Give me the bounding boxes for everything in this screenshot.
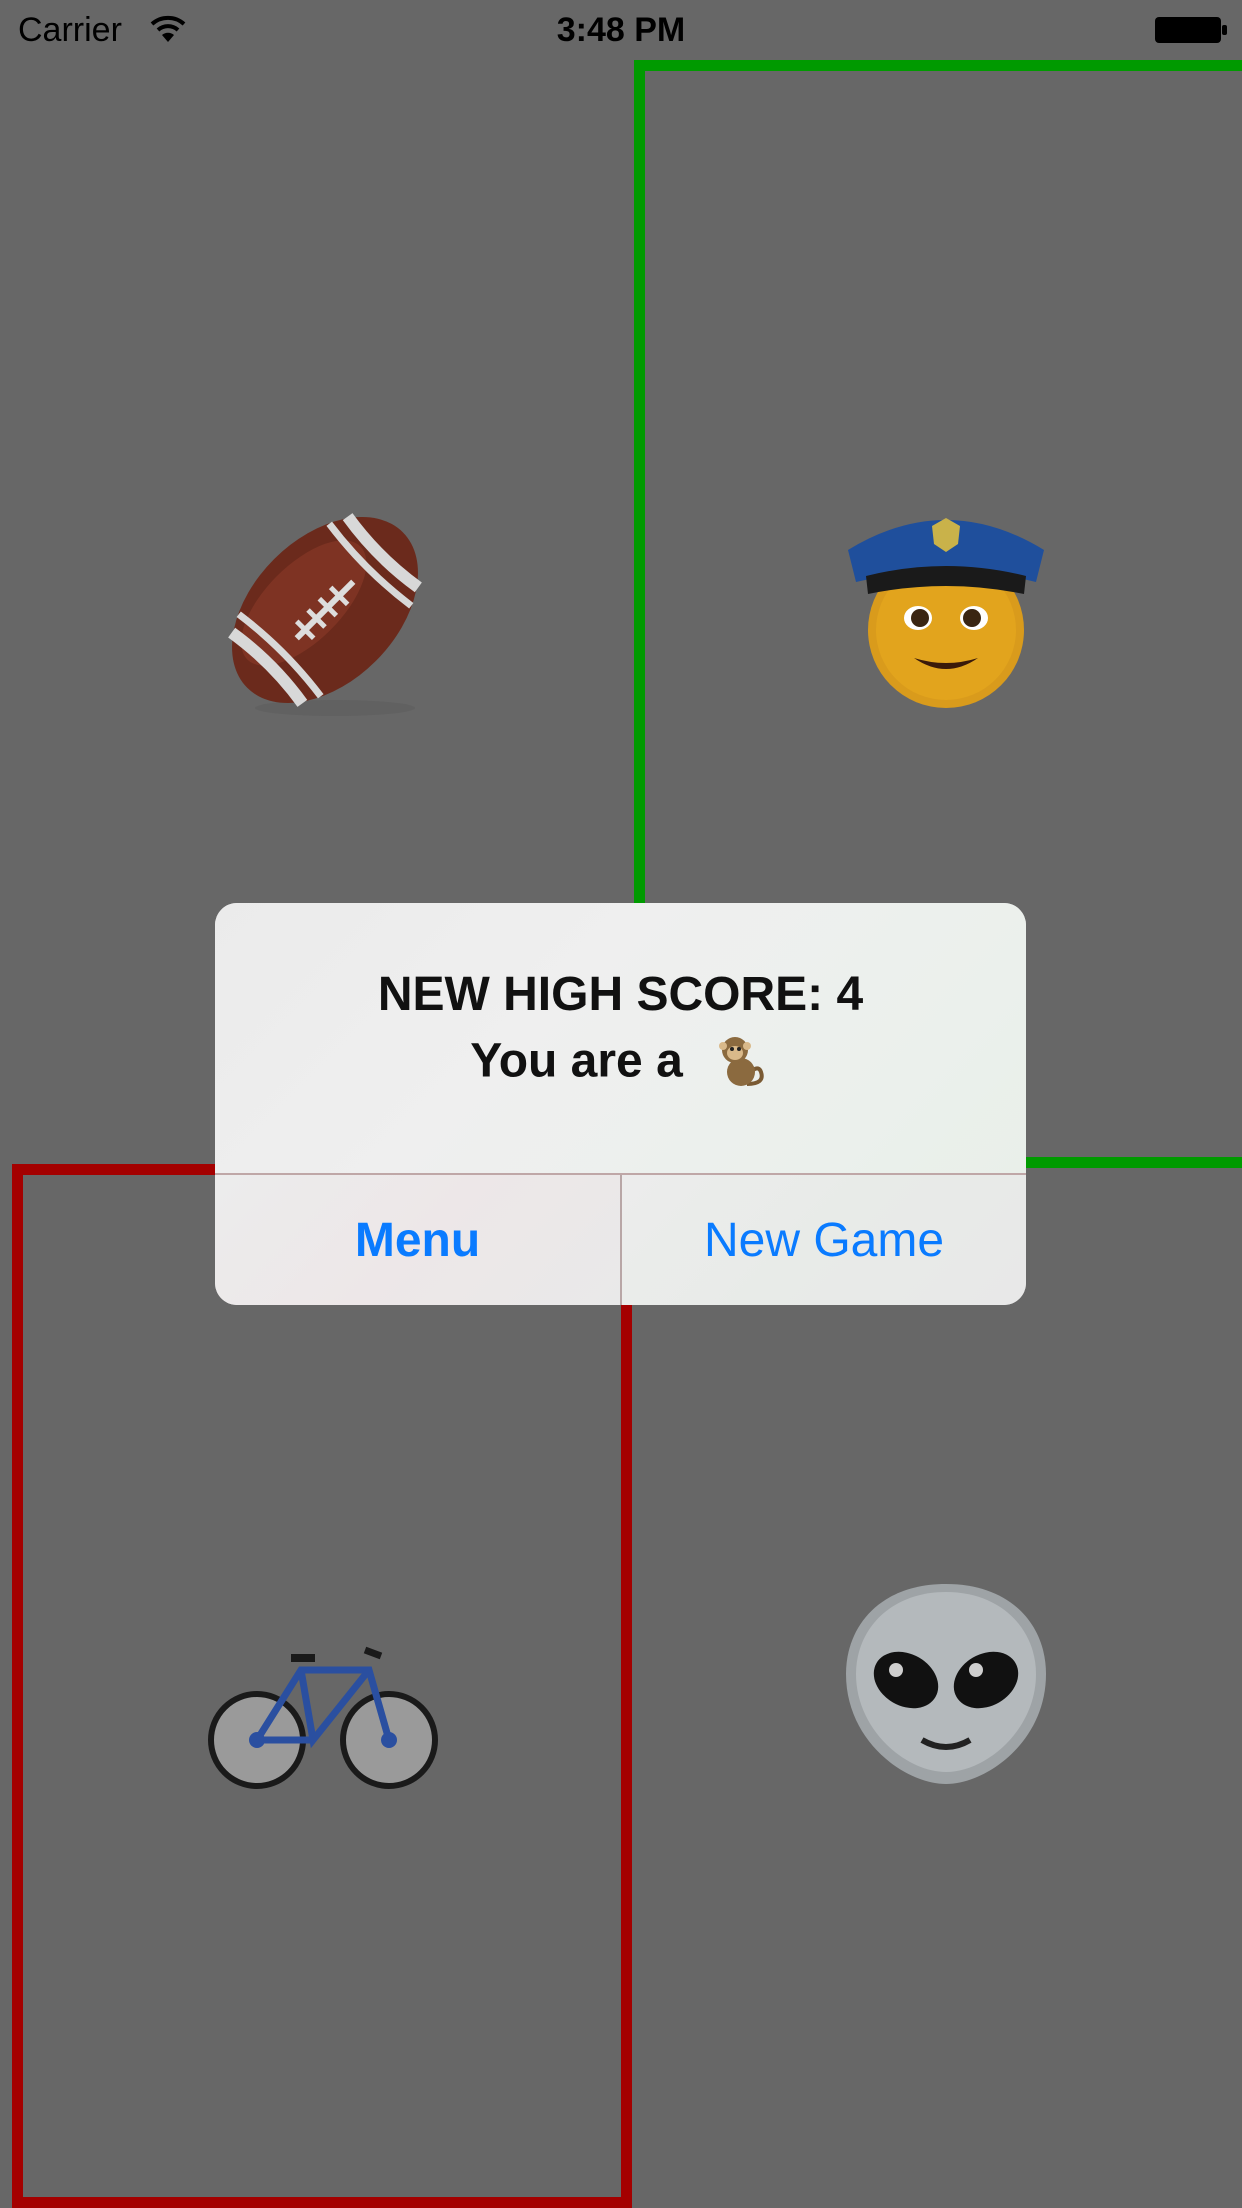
status-time: 3:48 PM [556,11,686,49]
bicycle-icon[interactable] [205,1610,445,1850]
menu-button[interactable]: Menu [215,1175,620,1305]
alert-body: NEW HIGH SCORE: 4 You are a [215,903,1026,1173]
alien-icon[interactable] [826,1570,1066,1810]
battery-full-icon [1154,15,1228,45]
police-officer-icon[interactable] [826,490,1066,730]
new-game-button[interactable]: New Game [622,1175,1026,1305]
alert-message-text: You are a [470,1034,683,1088]
status-bar: Carrier 3:48 PM [0,0,1242,60]
alert-message: You are a [215,1027,1026,1093]
football-icon[interactable] [205,490,445,730]
high-score-alert: NEW HIGH SCORE: 4 You are a Menu New Gam… [215,903,1026,1305]
alert-title: NEW HIGH SCORE: 4 [377,968,864,1021]
monkey-icon [713,1032,771,1090]
